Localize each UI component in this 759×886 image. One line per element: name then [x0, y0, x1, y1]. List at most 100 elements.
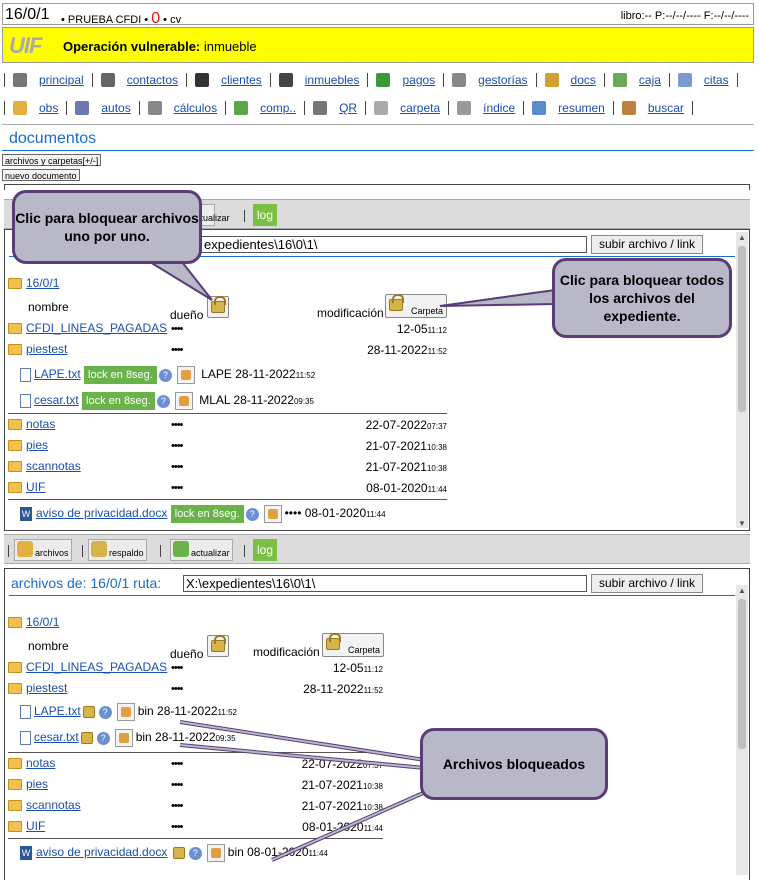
file-row[interactable]: LAPE.txt? bin 28-11-202211:52 — [20, 703, 237, 721]
help-icon[interactable]: ? — [158, 368, 172, 382]
nav-item-4[interactable]: pagos — [376, 73, 435, 87]
log-button[interactable]: log — [253, 204, 277, 226]
nav-label[interactable]: obs — [39, 101, 58, 115]
nav-item-8[interactable]: buscar — [621, 101, 684, 115]
nav-label[interactable]: índice — [483, 101, 515, 115]
scroll-up-icon[interactable]: ▲ — [738, 586, 746, 595]
folder-link[interactable]: scannotas — [26, 459, 81, 473]
root-folder-link[interactable]: 16/0/1 — [26, 276, 59, 290]
file-link[interactable]: aviso de privacidad.docx — [36, 845, 167, 859]
file-row[interactable]: Waviso de privacidad.docx ? bin 08-01-202… — [20, 844, 328, 862]
nav-label[interactable]: autos — [101, 101, 130, 115]
nav-item-8[interactable]: citas — [677, 73, 729, 87]
vertical-scrollbar[interactable]: ▲ ▼ — [736, 232, 748, 528]
folder-row[interactable]: notas — [8, 756, 55, 774]
folder-row[interactable]: piestest — [8, 681, 67, 699]
nav-item-1[interactable]: contactos — [100, 73, 178, 87]
scroll-down-icon[interactable]: ▼ — [738, 519, 746, 528]
scroll-thumb[interactable] — [738, 599, 746, 749]
folder-link[interactable]: pies — [26, 777, 48, 791]
nav-item-2[interactable]: cálculos — [147, 101, 217, 115]
path-input-2[interactable]: X:\expedientes\16\0\1\ — [183, 575, 587, 592]
edit-status-icon[interactable] — [116, 703, 135, 721]
nav-label[interactable]: gestorías — [478, 73, 527, 87]
scroll-up-icon[interactable]: ▲ — [738, 233, 746, 242]
lock-each-button[interactable] — [207, 296, 229, 318]
folder-row[interactable]: UIF — [8, 480, 45, 498]
upload-file-button[interactable]: subir archivo / link — [591, 235, 704, 254]
nav-item-7[interactable]: caja — [612, 73, 661, 87]
folder-link[interactable]: UIF — [26, 819, 45, 833]
new-document-button[interactable]: nuevo documento — [2, 169, 80, 181]
root-folder-row[interactable]: 16/0/1 — [8, 615, 59, 633]
nav-item-6[interactable]: docs — [544, 73, 596, 87]
nav-item-2[interactable]: clientes — [195, 73, 262, 87]
nav-item-3[interactable]: comp.. — [234, 101, 296, 115]
folder-link[interactable]: notas — [26, 417, 55, 431]
folder-link[interactable]: CFDI_LINEAS_PAGADAS — [26, 321, 167, 335]
path-input[interactable]: expedientes\16\0\1\ — [201, 236, 587, 253]
help-icon[interactable]: ? — [96, 731, 110, 745]
folder-row[interactable]: CFDI_LINEAS_PAGADAS — [8, 660, 167, 678]
help-icon[interactable]: ? — [245, 507, 259, 521]
folder-row[interactable]: notas — [8, 417, 55, 435]
folder-link[interactable]: pies — [26, 438, 48, 452]
folder-link[interactable]: UIF — [26, 480, 45, 494]
file-link[interactable]: LAPE.txt — [34, 367, 81, 381]
file-row[interactable]: cesar.txt lock en 8seg.? MLAL 28-11-2022… — [20, 392, 314, 410]
folder-row[interactable]: pies — [8, 438, 48, 456]
help-icon[interactable]: ? — [98, 705, 112, 719]
file-link[interactable]: aviso de privacidad.docx — [36, 506, 167, 520]
folder-row[interactable]: piestest — [8, 342, 67, 360]
nav-label[interactable]: caja — [639, 73, 661, 87]
edit-status-icon[interactable] — [114, 729, 133, 747]
nav-item-6[interactable]: índice — [457, 101, 515, 115]
file-row[interactable]: LAPE.txt lock en 8seg.? LAPE 28-11-20221… — [20, 366, 315, 384]
folder-row[interactable]: pies — [8, 777, 48, 795]
file-link[interactable]: cesar.txt — [34, 393, 79, 407]
lock-countdown-button[interactable]: lock en 8seg. — [170, 505, 244, 523]
log-button-2[interactable]: log — [253, 539, 277, 561]
file-link[interactable]: LAPE.txt — [34, 704, 81, 718]
refresh-button-2[interactable]: actualizar — [170, 539, 233, 561]
nav-label[interactable]: cálculos — [174, 101, 217, 115]
nav-label[interactable]: clientes — [221, 73, 262, 87]
file-link[interactable]: cesar.txt — [34, 730, 79, 744]
nav-label[interactable]: buscar — [648, 101, 684, 115]
file-row[interactable]: Waviso de privacidad.docx lock en 8seg.?… — [20, 505, 386, 523]
nav-label[interactable]: resumen — [558, 101, 605, 115]
backup-button[interactable]: respaldo — [88, 539, 147, 561]
root-folder-link[interactable]: 16/0/1 — [26, 615, 59, 629]
nav-item-5[interactable]: carpeta — [374, 101, 440, 115]
files-button[interactable]: archivos — [14, 539, 72, 561]
edit-status-icon[interactable] — [174, 392, 193, 410]
folder-link[interactable]: CFDI_LINEAS_PAGADAS — [26, 660, 167, 674]
folder-row[interactable]: CFDI_LINEAS_PAGADAS — [8, 321, 167, 339]
locked-icon[interactable] — [80, 732, 93, 744]
help-icon[interactable]: ? — [188, 846, 202, 860]
edit-status-icon[interactable] — [263, 505, 282, 523]
nav-item-1[interactable]: autos — [75, 101, 131, 115]
lock-countdown-button[interactable]: lock en 8seg. — [84, 366, 157, 384]
nav-label[interactable]: pagos — [402, 73, 435, 87]
file-row[interactable]: cesar.txt? bin 28-11-202209:35 — [20, 729, 236, 747]
locked-icon[interactable] — [172, 847, 185, 859]
edit-status-icon[interactable] — [206, 844, 225, 862]
upload-file-button-2[interactable]: subir archivo / link — [591, 574, 704, 593]
nav-item-7[interactable]: resumen — [532, 101, 605, 115]
root-folder-row[interactable]: 16/0/1 — [8, 276, 59, 294]
nav-item-3[interactable]: inmuebles — [278, 73, 360, 87]
edit-status-icon[interactable] — [176, 366, 195, 384]
folder-link[interactable]: notas — [26, 756, 55, 770]
nav-label[interactable]: inmuebles — [305, 73, 360, 87]
nav-label[interactable]: principal — [39, 73, 84, 87]
nav-item-5[interactable]: gestorías — [452, 73, 528, 87]
lock-folder-button[interactable]: Carpeta — [385, 294, 447, 318]
folder-row[interactable]: UIF — [8, 819, 45, 837]
lock-each-button[interactable] — [207, 635, 229, 657]
folder-link[interactable]: piestest — [26, 681, 67, 695]
case-zero-counter[interactable]: 0 — [151, 10, 160, 27]
nav-item-0[interactable]: principal — [13, 73, 84, 87]
nav-label[interactable]: docs — [571, 73, 596, 87]
nav-label[interactable]: comp.. — [260, 101, 296, 115]
